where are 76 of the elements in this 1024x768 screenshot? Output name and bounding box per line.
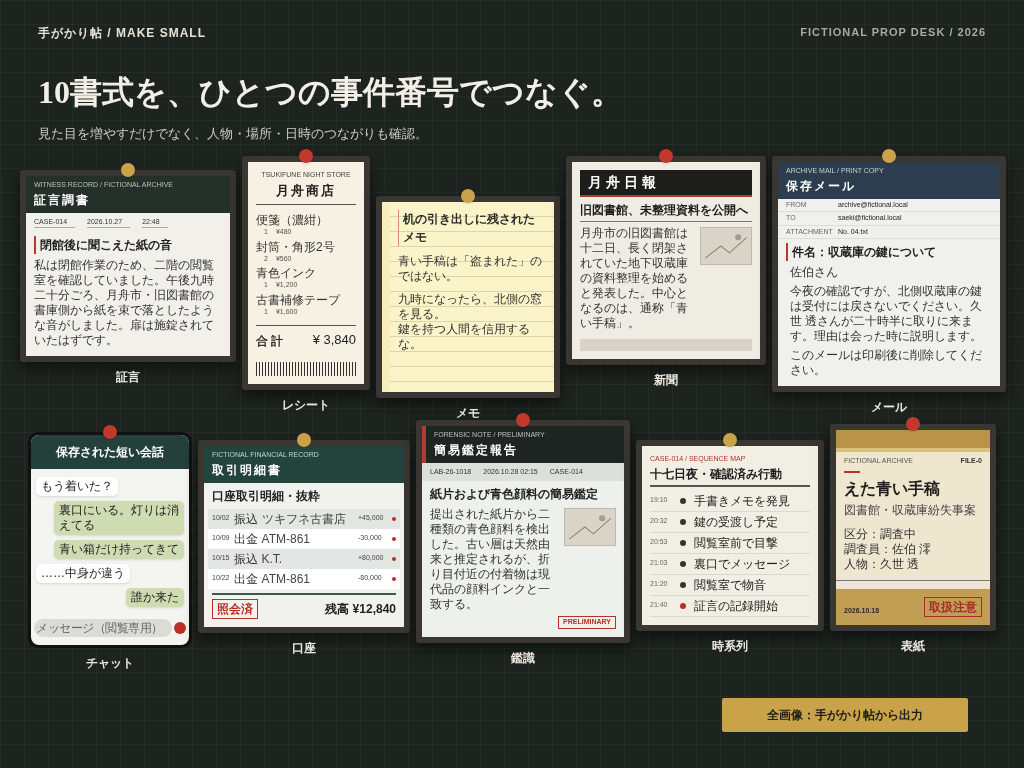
table-cell-text: 振込 <box>233 510 258 528</box>
card-label: チャット <box>86 655 134 672</box>
card-label: 口座 <box>292 639 316 657</box>
document-title: 証言調書 <box>34 191 91 209</box>
event-text: 裏口でメッセージ <box>694 555 790 573</box>
memo-line: 九時になったら、北側の窓を見る。 <box>398 292 543 322</box>
store-name: 月舟商店 <box>256 180 356 205</box>
newspaper-headline: 旧図書館、未整理資料を公開へ <box>580 201 752 222</box>
chat-title: 保存された短い会話 <box>31 435 189 469</box>
send-button[interactable] <box>174 622 186 634</box>
event-text: 手書きメモを発見 <box>694 492 790 510</box>
document-title: 保存メール <box>786 177 857 195</box>
image-placeholder-icon <box>700 226 752 266</box>
image-placeholder-icon <box>564 507 616 547</box>
memo-line: 鍵を持つ人間を信用するな。 <box>398 322 531 352</box>
chat-bubble: ……中身が違う <box>36 564 130 583</box>
cover-subtitle: 図書館・収蔵庫紛失事案 <box>843 501 977 519</box>
stamp: 取扱注意 <box>924 596 982 617</box>
statement-subtitle: 口座取引明細・抜粋 <box>211 487 321 505</box>
event-text: 鍵の受渡し予定 <box>694 513 778 531</box>
card-label: 表紙 <box>901 637 925 655</box>
table-cell-text: ATM-861 <box>261 570 311 588</box>
event-text: 閲覧室で物音 <box>694 576 766 594</box>
card-label: 証言 <box>116 369 140 386</box>
brand-title: 手がかり帖 / MAKE SMALL <box>38 25 206 42</box>
table-cell-text: 出金 <box>233 530 258 548</box>
page-title: 10書式を、ひとつの事件番号でつなぐ。 <box>38 73 624 112</box>
item-name: 古書補修テープ <box>256 292 342 307</box>
card-label: 新聞 <box>654 372 678 389</box>
memo-heading: 机の引き出しに残されたメモ <box>398 210 546 246</box>
card-label: メモ <box>456 405 480 422</box>
balance-text: 残高 ¥12,840 <box>325 600 396 618</box>
chat-bubble: 青い箱だけ持ってきて <box>54 540 184 559</box>
memo-line: 青い手稿は「盗まれた」のではない。 <box>398 254 543 284</box>
total-amount: ¥ 3,840 <box>312 331 356 349</box>
email-subject: 件名：収蔵庫の鍵について <box>786 243 992 261</box>
cover-field: 区分：調査中 <box>844 526 982 542</box>
item-name: 便箋（濃紺） <box>256 213 329 227</box>
event-text: 証言の記録開始 <box>694 597 778 615</box>
table-cell-text: ツキフネ古書店 <box>261 510 347 528</box>
total-label: 合 計 <box>256 332 284 350</box>
message-field[interactable]: メッセージ（閲覧専用） <box>34 619 172 637</box>
chat-bubble: 裏口にいる。灯りは消えてる <box>53 501 184 535</box>
export-button[interactable]: 全画像：手がかり帖から出力 <box>722 698 968 732</box>
email-text: このメールは印刷後に削除してください。 <box>790 348 983 378</box>
cover-title: えた青い手稿 <box>843 478 941 499</box>
cover-field: 調査員：佐伯 澪 <box>844 541 982 557</box>
document-heading: 十七日夜・確認済み行動 <box>650 464 810 487</box>
email-text: 佐伯さん <box>790 265 839 280</box>
card-label: 時系列 <box>712 637 748 655</box>
chat-bubble: もう着いた？ <box>36 477 118 496</box>
newspaper-masthead: 月舟日報 <box>580 170 752 197</box>
stamp: 照会済 <box>212 598 258 619</box>
chat-bubble: 誰か来た <box>126 588 184 607</box>
accent-bar <box>844 470 860 473</box>
email-text: 今夜の確認ですが、北側収蔵庫の鍵は受付には戻さないでください。久世 透さんが二十時半に取りに来ます。理由は会った時に説明します。 <box>790 284 983 344</box>
cover-field: 人物：久世 透 <box>844 556 982 572</box>
document-title: 取引明細書 <box>212 461 283 479</box>
document-heading: 紙片および青色顔料の簡易鑑定 <box>430 486 599 503</box>
event-text: 閲覧室前で目撃 <box>694 534 778 552</box>
table-cell-text: 振込 <box>233 550 258 568</box>
table-cell-text: 出金 <box>233 570 258 588</box>
item-name: 青色インク <box>256 266 317 280</box>
item-name: 封筒・角形2号 <box>256 239 336 254</box>
card-label: メール <box>871 399 907 416</box>
desk-label: FICTIONAL PROP DESK / 2026 <box>800 25 986 40</box>
body-text: 私は閉館作業のため、二階の閲覧室を確認していました。午後九時二十分ごろ、月舟市・旧図書館の書庫側から紙を束で落としたような音がしました。扉は施錠されていたはずです。 <box>34 258 215 348</box>
body-text: 提出された紙片から二種類の青色顔料を検出した。古い層は天然由来と推定されるが、折り目付近の付着物は現代品の顔料インクと一致する。 <box>430 507 551 612</box>
document-heading: 閉館後に聞こえた紙の音 <box>34 236 222 254</box>
document-title: 簡易鑑定報告 <box>434 441 519 459</box>
table-cell-text: K.T. <box>261 550 284 568</box>
card-label: 鑑識 <box>511 649 535 667</box>
table-cell-text: ATM-861 <box>261 530 311 548</box>
article-text: 月舟市の旧図書館は十二日、長く閉架されていた地下収蔵庫の資料整理を始めると発表した。中心となるのは、通称「青い手稿」。 <box>580 226 689 331</box>
card-label: レシート <box>282 396 330 414</box>
page-subtitle: 見た目を増やすだけでなく、人物・場所・日時のつながりも確認。 <box>38 125 429 143</box>
